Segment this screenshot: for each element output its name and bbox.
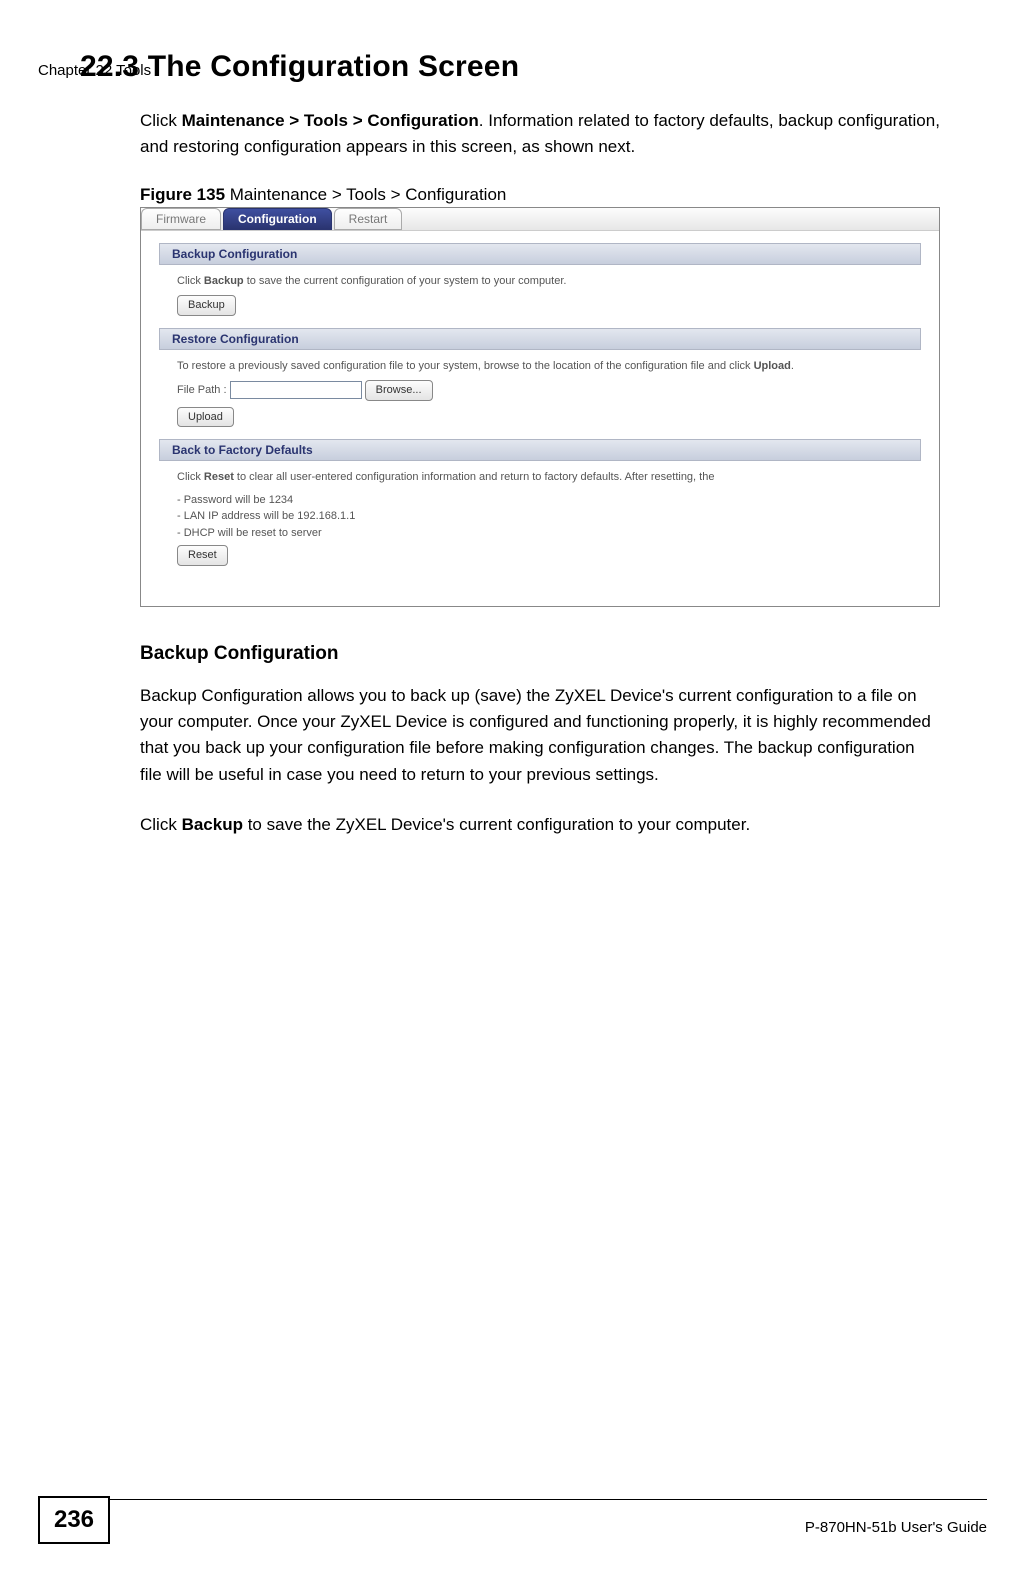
running-header: Chapter 22 Tools <box>38 62 151 79</box>
backup-para2-pre: Click <box>140 815 182 834</box>
intro-text-bold: Maintenance > Tools > Configuration <box>182 111 479 130</box>
reset-button[interactable]: Reset <box>177 545 228 566</box>
backup-config-body: Click Backup to save the current configu… <box>177 273 911 316</box>
restore-text-pre: To restore a previously saved configurat… <box>177 360 754 372</box>
factory-text-post: to clear all user-entered configuration … <box>234 471 715 483</box>
config-screenshot: Firmware Configuration Restart Backup Co… <box>140 207 940 607</box>
file-path-label: File Path : <box>177 384 227 396</box>
intro-text-pre: Click <box>140 111 182 130</box>
backup-text-pre: Click <box>177 275 204 287</box>
factory-bullet-3: - DHCP will be reset to server <box>177 525 911 542</box>
factory-bullet-2: - LAN IP address will be 192.168.1.1 <box>177 508 911 525</box>
backup-para-1: Backup Configuration allows you to back … <box>140 683 940 788</box>
factory-text-pre: Click <box>177 471 204 483</box>
restore-text-bold: Upload <box>754 360 791 372</box>
tab-restart[interactable]: Restart <box>334 208 403 230</box>
intro-paragraph: Click Maintenance > Tools > Configuratio… <box>140 108 940 161</box>
figure-caption-rest: Maintenance > Tools > Configuration <box>225 185 506 204</box>
figure-caption: Figure 135 Maintenance > Tools > Configu… <box>140 185 945 205</box>
figure-label: Figure 135 <box>140 185 225 204</box>
file-path-input[interactable] <box>230 381 362 399</box>
restore-text-post: . <box>791 360 794 372</box>
backup-button[interactable]: Backup <box>177 295 236 316</box>
page: Chapter 22 Tools 22.3 The Configuration … <box>0 50 1025 1574</box>
tab-bar: Firmware Configuration Restart <box>141 208 939 231</box>
upload-button[interactable]: Upload <box>177 407 234 428</box>
backup-config-header: Backup Configuration <box>159 243 921 265</box>
footer-rule <box>110 1499 987 1500</box>
backup-text-post: to save the current configuration of you… <box>244 275 567 287</box>
backup-subheading: Backup Configuration <box>140 643 945 665</box>
footer-guide-title: P-870HN-51b User's Guide <box>805 1519 987 1536</box>
restore-config-header: Restore Configuration <box>159 328 921 350</box>
page-number: 236 <box>38 1496 110 1544</box>
factory-defaults-body: Click Reset to clear all user-entered co… <box>177 469 911 566</box>
tab-configuration[interactable]: Configuration <box>223 208 332 230</box>
backup-para2-bold: Backup <box>182 815 243 834</box>
factory-text-bold: Reset <box>204 471 234 483</box>
section-title: 22.3 The Configuration Screen <box>80 50 945 84</box>
backup-para2-post: to save the ZyXEL Device's current confi… <box>243 815 750 834</box>
browse-button[interactable]: Browse... <box>365 380 433 401</box>
tab-firmware[interactable]: Firmware <box>141 208 221 230</box>
restore-config-body: To restore a previously saved configurat… <box>177 358 911 428</box>
factory-bullet-1: - Password will be 1234 <box>177 492 911 509</box>
backup-text-bold: Backup <box>204 275 244 287</box>
backup-para-2: Click Backup to save the ZyXEL Device's … <box>140 812 940 838</box>
factory-defaults-header: Back to Factory Defaults <box>159 439 921 461</box>
